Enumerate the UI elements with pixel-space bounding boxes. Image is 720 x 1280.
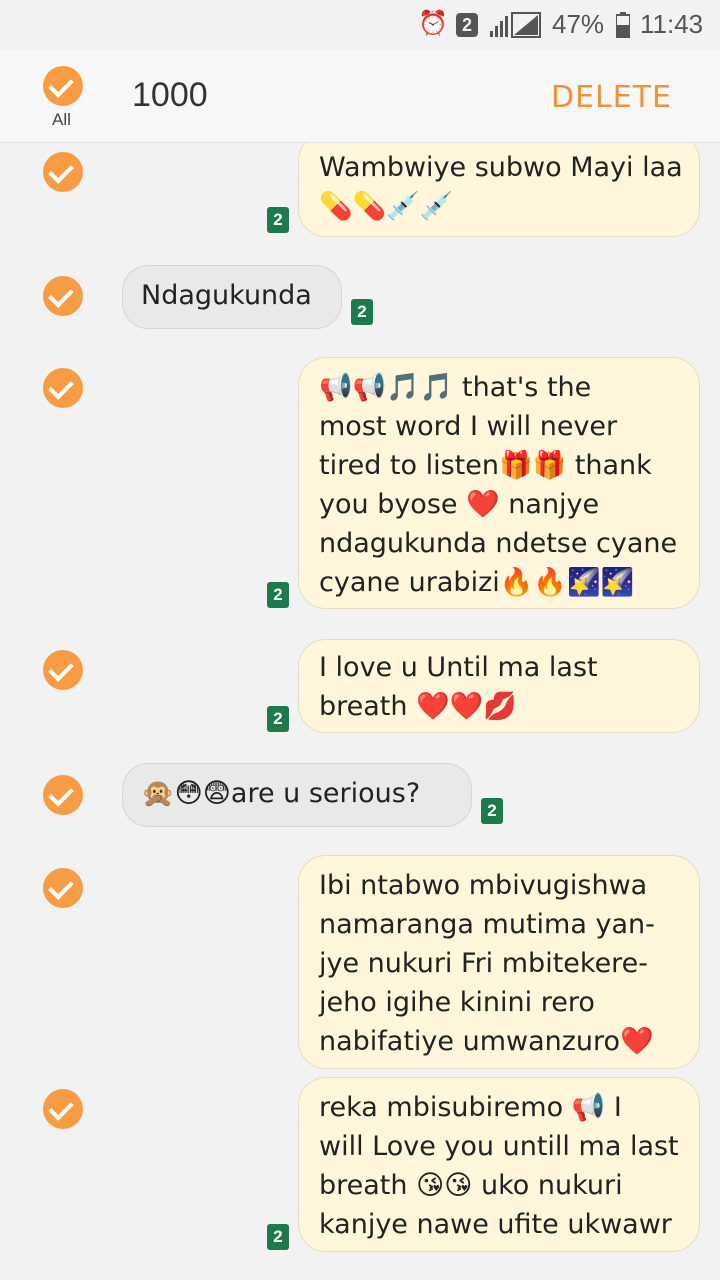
message-text-line: breath ❤️❤️💋 <box>319 691 517 722</box>
sim-2-icon: 2 <box>351 299 373 325</box>
message-text-line: nabifatiye umwanzuro❤️ <box>319 1026 654 1057</box>
sim-2-icon: 2 <box>267 207 289 233</box>
sim-2-icon: 2 <box>267 706 289 732</box>
status-bar: ⏰ 2 47% 11:43 <box>0 0 720 50</box>
message-text-line: 📢📢🎵🎵 that's the <box>319 372 592 403</box>
sent-message-bubble[interactable]: 📢📢🎵🎵 that's the most word I will never t… <box>298 357 700 609</box>
message-text-line: will Love you untill ma last <box>319 1131 679 1162</box>
sent-message-bubble[interactable]: Ibi ntabwo mbivugishwa namaranga mutima … <box>298 855 700 1069</box>
message-list: Wambwiye subwo Mayi laa 💊💊💉💉 2 Ndagukund… <box>0 143 720 1280</box>
message-select-checkbox[interactable] <box>43 152 83 192</box>
message-text-line: cyane urabizi🔥🔥🌠🌠 <box>319 567 635 598</box>
sent-message-bubble[interactable]: reka mbisubiremo 📢 I will Love you until… <box>298 1077 700 1252</box>
message-select-checkbox[interactable] <box>43 368 83 408</box>
select-all-label: All <box>52 110 71 129</box>
message-text-line: you byose ❤️ nanjye <box>319 489 600 520</box>
message-select-checkbox[interactable] <box>43 650 83 690</box>
message-text-line: Ibi ntabwo mbivugishwa <box>319 870 648 901</box>
message-text-line: jye nukuri Fri mbitekere- <box>319 948 649 979</box>
notification-count-badge: 2 <box>456 13 478 37</box>
message-text-line: kanjye nawe ufite ukwawr <box>319 1209 672 1240</box>
battery-icon <box>615 12 631 45</box>
alarm-clock-icon: ⏰ <box>418 10 448 37</box>
sim-2-icon: 2 <box>481 798 503 824</box>
delete-button[interactable]: DELETE <box>551 80 672 115</box>
message-select-checkbox[interactable] <box>43 775 83 815</box>
selection-header: All 1000 DELETE <box>0 50 720 143</box>
message-text-line: most word I will never <box>319 411 618 442</box>
message-text-line: reka mbisubiremo 📢 I <box>319 1092 622 1123</box>
sim-2-icon: 2 <box>267 1224 289 1250</box>
select-all-checkbox[interactable] <box>43 66 83 106</box>
sim-2-icon: 2 <box>267 582 289 608</box>
message-text-line: Ndagukunda <box>141 280 312 311</box>
message-text-line: ndagukunda ndetse cyane <box>319 528 678 559</box>
battery-percent: 47% <box>552 9 605 39</box>
message-text-line: tired to listen🎁🎁 thank <box>319 450 652 481</box>
message-select-checkbox[interactable] <box>43 868 83 908</box>
message-select-checkbox[interactable] <box>43 276 83 316</box>
received-message-bubble[interactable]: Ndagukunda <box>122 265 342 329</box>
message-text-line: I love u Until ma last <box>319 652 598 683</box>
message-text-line: Wambwiye subwo Mayi laa <box>319 152 683 183</box>
message-text-line: 🙊😳😨are u serious? <box>141 778 421 809</box>
message-text-line: namaranga mutima yan- <box>319 909 655 940</box>
message-text-line: breath 😘😘 uko nukuri <box>319 1170 623 1201</box>
sent-message-bubble[interactable]: Wambwiye subwo Mayi laa 💊💊💉💉 <box>298 143 700 237</box>
conversation-title: 1000 <box>132 76 208 114</box>
message-text-line: jeho igihe kinini rero <box>319 987 595 1018</box>
received-message-bubble[interactable]: 🙊😳😨are u serious? <box>122 763 472 827</box>
clock-time: 11:43 <box>640 9 704 39</box>
signal-icon <box>488 11 544 46</box>
message-text-line: 💊💊💉💉 <box>319 191 454 222</box>
sent-message-bubble[interactable]: I love u Until ma last breath ❤️❤️💋 <box>298 639 700 733</box>
message-select-checkbox[interactable] <box>43 1089 83 1129</box>
